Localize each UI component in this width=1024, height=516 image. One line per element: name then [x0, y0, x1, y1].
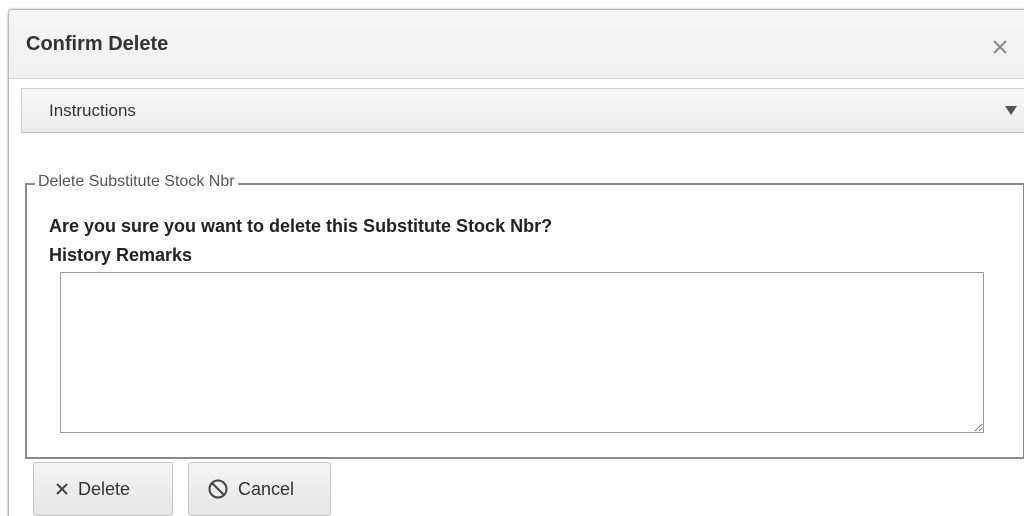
prohibited-icon	[208, 479, 228, 499]
history-remarks-textarea[interactable]	[60, 272, 984, 433]
instructions-panel-header[interactable]: Instructions	[21, 88, 1024, 133]
history-remarks-label: History Remarks	[49, 245, 193, 265]
delete-fieldset: Delete Substitute Stock Nbr Are you sure…	[25, 173, 1024, 459]
dialog-title: Confirm Delete	[26, 33, 169, 55]
fieldset-legend: Delete Substitute Stock Nbr	[35, 173, 238, 191]
delete-button-label: Delete	[78, 478, 131, 499]
confirm-delete-dialog: Confirm Delete Instructions Delete Subst…	[8, 9, 1024, 516]
cancel-button[interactable]: Cancel	[188, 462, 331, 516]
confirm-question: Are you sure you want to delete this Sub…	[49, 216, 553, 236]
x-icon	[56, 483, 68, 495]
close-icon[interactable]	[990, 37, 1010, 57]
dialog-titlebar: Confirm Delete	[9, 10, 1024, 79]
caret-down-icon	[1005, 106, 1017, 115]
instructions-label: Instructions	[49, 101, 136, 120]
delete-button[interactable]: Delete	[33, 462, 173, 516]
cancel-button-label: Cancel	[238, 478, 295, 499]
